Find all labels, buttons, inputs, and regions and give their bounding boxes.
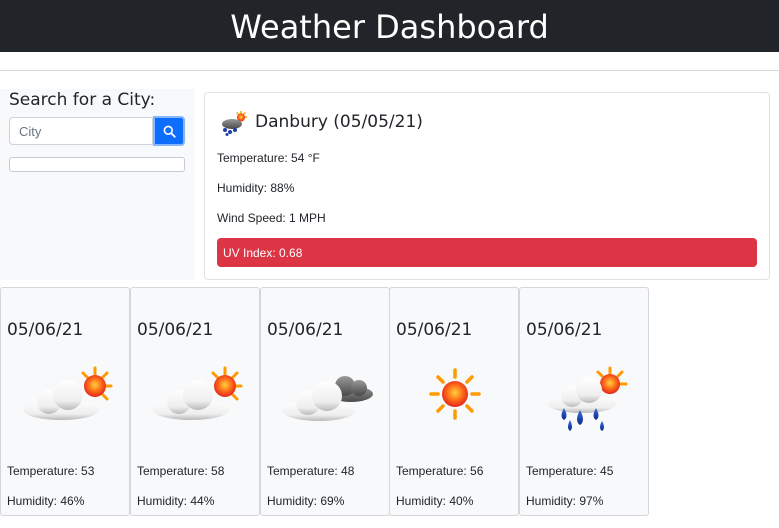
search-icon — [163, 125, 176, 138]
forecast-card: 05/06/21 Temperature: 48 Humidity: 69% — [260, 287, 390, 516]
search-button[interactable] — [153, 116, 185, 146]
current-temperature: Temperature: 54 °F — [217, 151, 320, 165]
forecast-date: 05/06/21 — [396, 320, 473, 340]
forecast-humidity: Humidity: 69% — [267, 494, 345, 508]
rain-sun-icon — [548, 366, 628, 431]
search-heading: Search for a City: — [9, 90, 156, 110]
forecast-temperature: Temperature: 53 — [7, 464, 95, 478]
current-wind-speed: Wind Speed: 1 MPH — [217, 211, 326, 225]
forecast-humidity: Humidity: 97% — [526, 494, 604, 508]
forecast-humidity: Humidity: 40% — [396, 494, 474, 508]
cloudy-icon — [283, 376, 373, 421]
forecast-humidity: Humidity: 44% — [137, 494, 215, 508]
forecast-humidity: Humidity: 46% — [7, 494, 85, 508]
search-history-list[interactable] — [9, 157, 185, 172]
forecast-temperature: Temperature: 56 — [396, 464, 484, 478]
forecast-card: 05/06/21 Temperature: 56 Humidity: 40% — [389, 287, 519, 516]
header-divider — [0, 70, 779, 71]
forecast-date: 05/06/21 — [137, 320, 214, 340]
forecast-temperature: Temperature: 48 — [267, 464, 355, 478]
city-search-input[interactable] — [9, 117, 153, 145]
forecast-temperature: Temperature: 45 — [526, 464, 614, 478]
partly-sunny-icon — [153, 366, 243, 420]
page-header: Weather Dashboard — [0, 0, 779, 52]
partly-sunny-icon — [23, 366, 113, 420]
sunny-icon — [429, 368, 481, 420]
current-humidity: Humidity: 88% — [217, 181, 295, 195]
sun-cloud-rain-icon — [222, 111, 247, 136]
current-city-title: Danbury (05/05/21) — [255, 112, 423, 132]
forecast-date: 05/06/21 — [7, 320, 84, 340]
forecast-date: 05/06/21 — [526, 320, 603, 340]
forecast-card: 05/06/21 Temperature: 58 Humidity: 44% — [130, 287, 260, 516]
forecast-date: 05/06/21 — [267, 320, 344, 340]
forecast-card: 05/06/21 Temperature: 45 Humidity: 97% — [519, 287, 649, 516]
forecast-temperature: Temperature: 58 — [137, 464, 225, 478]
forecast-card: 05/06/21 Temperature: 53 Humidity: 46% — [0, 287, 130, 516]
uv-index-badge: UV Index: 0.68 — [217, 238, 757, 267]
page-title: Weather Dashboard — [230, 8, 549, 46]
